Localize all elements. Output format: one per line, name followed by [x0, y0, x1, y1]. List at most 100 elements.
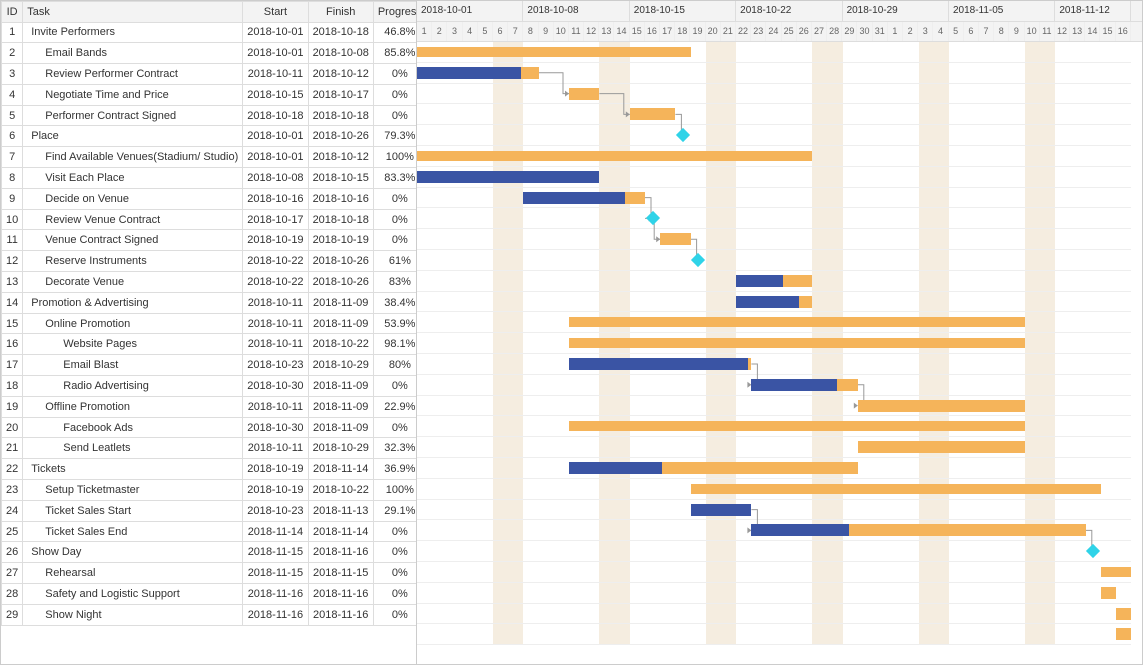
table-row[interactable]: 12 Reserve Instruments 2018-10-22 2018-1…	[2, 251, 418, 272]
table-row[interactable]: 17 Email Blast 2018-10-23 2018-10-29 80%…	[2, 355, 418, 376]
task-name[interactable]: Show Day	[23, 542, 243, 563]
gantt-bar[interactable]	[1101, 567, 1131, 577]
task-name[interactable]: Online Promotion	[23, 313, 243, 334]
task-name[interactable]: Review Performer Contract	[23, 64, 243, 85]
task-name[interactable]: Place	[23, 126, 243, 147]
task-name[interactable]: Rehearsal	[23, 563, 243, 584]
progress-bar	[417, 67, 521, 79]
table-row[interactable]: 3 Review Performer Contract 2018-10-11 2…	[2, 64, 418, 85]
task-name[interactable]: Review Venue Contract	[23, 209, 243, 230]
gantt-bar[interactable]	[569, 88, 599, 100]
col-task[interactable]: Task	[23, 2, 243, 23]
day-header: 9	[539, 22, 554, 42]
table-row[interactable]: 28 Safety and Logistic Support 2018-11-1…	[2, 584, 418, 605]
gantt-bar[interactable]	[691, 484, 1101, 494]
table-row[interactable]: 22 Tickets 2018-10-19 2018-11-14 36.9% 2	[2, 459, 418, 480]
task-name[interactable]: Ticket Sales Start	[23, 500, 243, 521]
task-name[interactable]: Decide on Venue	[23, 188, 243, 209]
table-row[interactable]: 23 Setup Ticketmaster 2018-10-19 2018-10…	[2, 480, 418, 501]
table-row[interactable]: 25 Ticket Sales End 2018-11-14 2018-11-1…	[2, 521, 418, 542]
task-name[interactable]: Performer Contract Signed	[23, 105, 243, 126]
task-name[interactable]: Reserve Instruments	[23, 251, 243, 272]
table-row[interactable]: 16 Website Pages 2018-10-11 2018-10-22 9…	[2, 334, 418, 355]
task-finish: 2018-10-22	[308, 480, 373, 501]
gantt-bar[interactable]	[858, 400, 1025, 412]
task-name[interactable]: Email Blast	[23, 355, 243, 376]
table-row[interactable]: 14 Promotion & Advertising 2018-10-11 20…	[2, 292, 418, 313]
task-name[interactable]: Send Leatlets	[23, 438, 243, 459]
gantt-bars-area[interactable]	[417, 42, 1131, 645]
timeline-panel[interactable]: 2018-10-012018-10-082018-10-152018-10-22…	[417, 1, 1142, 664]
gantt-bar[interactable]	[660, 233, 690, 245]
task-name[interactable]: Negotiate Time and Price	[23, 84, 243, 105]
col-progress[interactable]: Progress	[373, 2, 417, 23]
table-row[interactable]: 8 Visit Each Place 2018-10-08 2018-10-15…	[2, 168, 418, 189]
table-row[interactable]: 29 Show Night 2018-11-16 2018-11-16 0% 1	[2, 604, 418, 625]
task-name[interactable]: Visit Each Place	[23, 168, 243, 189]
gantt-bar[interactable]	[569, 338, 1025, 348]
task-finish: 2018-11-16	[308, 584, 373, 605]
col-finish[interactable]: Finish	[308, 2, 373, 23]
gantt-bar[interactable]	[1116, 628, 1131, 640]
gantt-row	[417, 583, 1131, 604]
table-row[interactable]: 26 Show Day 2018-11-15 2018-11-16 0% 1	[2, 542, 418, 563]
task-progress: 53.9%	[373, 313, 417, 334]
col-start[interactable]: Start	[243, 2, 308, 23]
task-progress: 0%	[373, 604, 417, 625]
table-row[interactable]: 7 Find Available Venues(Stadium/ Studio)…	[2, 147, 418, 168]
table-row[interactable]: 1 Invite Performers 2018-10-01 2018-10-1…	[2, 22, 418, 43]
task-finish: 2018-10-16	[308, 188, 373, 209]
table-row[interactable]: 2 Email Bands 2018-10-01 2018-10-08 85.8…	[2, 43, 418, 64]
task-name[interactable]: Safety and Logistic Support	[23, 584, 243, 605]
task-progress: 83.3%	[373, 168, 417, 189]
table-row[interactable]: 11 Venue Contract Signed 2018-10-19 2018…	[2, 230, 418, 251]
gantt-bar[interactable]	[630, 108, 676, 120]
task-name[interactable]: Email Bands	[23, 43, 243, 64]
task-name[interactable]: Venue Contract Signed	[23, 230, 243, 251]
task-name[interactable]: Promotion & Advertising	[23, 292, 243, 313]
task-name[interactable]: Website Pages	[23, 334, 243, 355]
gantt-bar[interactable]	[569, 421, 1025, 431]
col-id[interactable]: ID	[2, 2, 23, 23]
progress-bar	[736, 296, 799, 308]
table-row[interactable]: 4 Negotiate Time and Price 2018-10-15 20…	[2, 84, 418, 105]
table-row[interactable]: 13 Decorate Venue 2018-10-22 2018-10-26 …	[2, 272, 418, 293]
table-row[interactable]: 19 Offline Promotion 2018-10-11 2018-11-…	[2, 396, 418, 417]
task-name[interactable]: Facebook Ads	[23, 417, 243, 438]
gantt-bar[interactable]	[1116, 608, 1131, 620]
progress-bar	[569, 358, 748, 370]
task-name[interactable]: Decorate Venue	[23, 272, 243, 293]
gantt-bar[interactable]	[1101, 587, 1116, 599]
gantt-bar[interactable]	[858, 441, 1025, 453]
task-start: 2018-10-01	[243, 147, 308, 168]
day-header: 26	[797, 22, 812, 42]
table-row[interactable]: 9 Decide on Venue 2018-10-16 2018-10-16 …	[2, 188, 418, 209]
task-name[interactable]: Find Available Venues(Stadium/ Studio)	[23, 147, 243, 168]
table-row[interactable]: 20 Facebook Ads 2018-10-30 2018-11-09 0%…	[2, 417, 418, 438]
task-name[interactable]: Tickets	[23, 459, 243, 480]
table-row[interactable]: 27 Rehearsal 2018-11-15 2018-11-15 0% No…	[2, 563, 418, 584]
task-name[interactable]: Offline Promotion	[23, 396, 243, 417]
progress-bar	[751, 524, 848, 536]
gantt-bar[interactable]	[417, 151, 812, 161]
table-row[interactable]: 10 Review Venue Contract 2018-10-17 2018…	[2, 209, 418, 230]
task-name[interactable]: Ticket Sales End	[23, 521, 243, 542]
table-row[interactable]: 15 Online Promotion 2018-10-11 2018-11-0…	[2, 313, 418, 334]
progress-bar	[691, 504, 752, 516]
task-name[interactable]: Invite Performers	[23, 22, 243, 43]
table-row[interactable]: 5 Performer Contract Signed 2018-10-18 2…	[2, 105, 418, 126]
table-row[interactable]: 6 Place 2018-10-01 2018-10-26 79.3% 2	[2, 126, 418, 147]
day-header: 16	[1116, 22, 1131, 42]
table-row[interactable]: 21 Send Leatlets 2018-10-11 2018-10-29 3…	[2, 438, 418, 459]
gantt-bar[interactable]	[569, 317, 1025, 327]
task-start: 2018-10-01	[243, 126, 308, 147]
day-header: 11	[569, 22, 584, 42]
gantt-row	[417, 604, 1131, 625]
task-finish: 2018-11-09	[308, 376, 373, 397]
table-row[interactable]: 24 Ticket Sales Start 2018-10-23 2018-11…	[2, 500, 418, 521]
task-name[interactable]: Radio Advertising	[23, 376, 243, 397]
table-row[interactable]: 18 Radio Advertising 2018-10-30 2018-11-…	[2, 376, 418, 397]
gantt-bar[interactable]	[417, 47, 691, 57]
task-name[interactable]: Setup Ticketmaster	[23, 480, 243, 501]
task-name[interactable]: Show Night	[23, 604, 243, 625]
